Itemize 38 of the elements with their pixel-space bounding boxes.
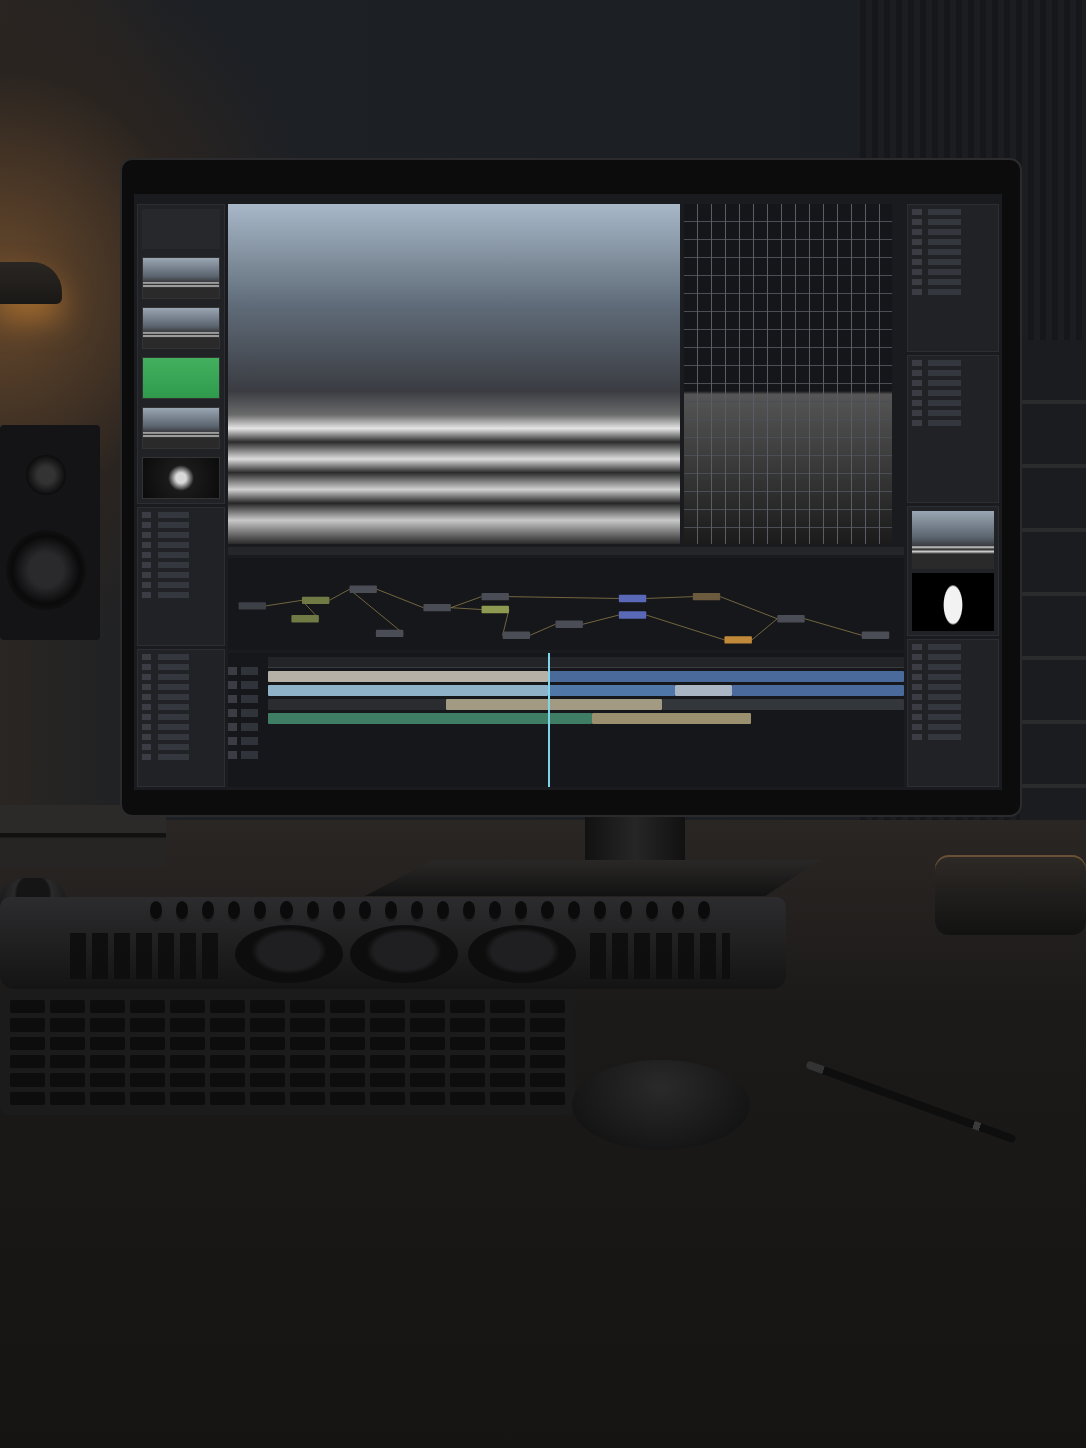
node-connector	[582, 614, 620, 625]
timeline-clip[interactable]	[268, 699, 447, 710]
clip-thumbnail[interactable]	[142, 457, 220, 499]
graph-node[interactable]	[481, 605, 509, 614]
node-connector	[645, 596, 694, 599]
timeline-clip[interactable]	[732, 685, 904, 696]
playhead[interactable]	[547, 653, 550, 787]
graph-node[interactable]	[555, 620, 583, 628]
graph-node[interactable]	[618, 594, 647, 603]
graph-node[interactable]	[301, 596, 330, 604]
graph-node[interactable]	[777, 615, 805, 623]
graph-node[interactable]	[724, 636, 752, 644]
timeline-clip[interactable]	[547, 685, 675, 696]
timeline-clip[interactable]	[268, 671, 548, 682]
clip-thumbnail[interactable]	[142, 357, 220, 399]
timeline-clip[interactable]	[268, 713, 593, 724]
graph-node[interactable]	[291, 615, 319, 623]
graph-node[interactable]	[692, 592, 721, 601]
clip-thumbnail[interactable]	[142, 307, 220, 349]
graph-node[interactable]	[481, 592, 509, 601]
node-connector	[804, 618, 863, 636]
graph-node[interactable]	[502, 631, 531, 639]
lamp-shade	[0, 262, 62, 304]
timeline-clip[interactable]	[592, 713, 752, 724]
graph-node[interactable]	[861, 631, 890, 639]
clip-thumbnail[interactable]	[142, 257, 220, 299]
timeline-clip[interactable]	[662, 699, 904, 710]
graph-node[interactable]	[238, 602, 266, 610]
timeline-clip[interactable]	[675, 685, 733, 696]
graph-node[interactable]	[375, 629, 404, 638]
graph-node[interactable]	[618, 611, 647, 619]
timeline-clip[interactable]	[446, 699, 663, 710]
graph-node[interactable]	[349, 585, 377, 593]
clip-thumbnail[interactable]	[142, 407, 220, 449]
node-connector	[529, 623, 556, 636]
graph-node[interactable]	[423, 604, 451, 612]
timeline-clip[interactable]	[268, 685, 548, 696]
timeline-clip[interactable]	[547, 671, 904, 682]
